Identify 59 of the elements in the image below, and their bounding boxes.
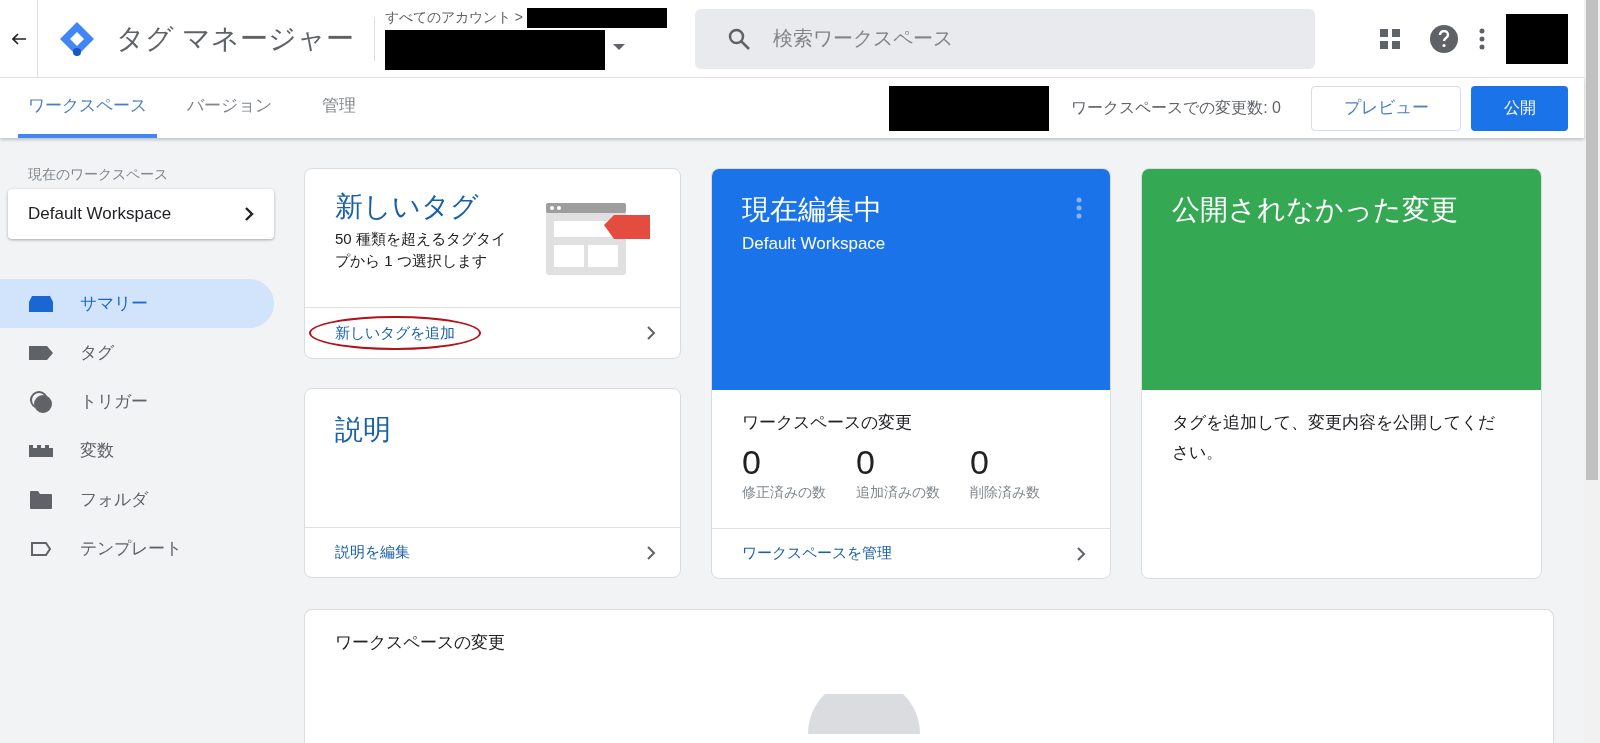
preview-button[interactable]: プレビュー xyxy=(1311,85,1461,131)
redacted-block xyxy=(1506,13,1568,64)
edit-description-link[interactable]: 説明を編集 xyxy=(305,527,680,577)
tray-icon xyxy=(29,295,53,312)
more-vertical-icon xyxy=(1479,27,1485,50)
workspace-name: Default Workspace xyxy=(742,233,887,255)
changes-count: ワークスペースでの変更数: 0 xyxy=(1071,98,1281,118)
section-label: 現在のワークスペース xyxy=(28,165,169,184)
chevron-right-icon xyxy=(646,544,656,561)
stat-value: 0 xyxy=(742,441,762,482)
card-title: 新しいタグ xyxy=(335,190,480,224)
nav-item[interactable]: フォルダ xyxy=(0,475,274,524)
tag-illustration-icon xyxy=(546,203,650,275)
back-arrow-icon xyxy=(11,32,26,45)
card-description: 50 種類を超えるタグタイプから 1 つ選択します xyxy=(335,229,507,271)
nav-item[interactable]: タグ xyxy=(0,328,274,377)
card-title: 説明 xyxy=(335,414,391,445)
card-title: 公開されなかった変更 xyxy=(1172,194,1458,225)
publish-button[interactable]: 公開 xyxy=(1471,85,1568,131)
stat-label: 追加済みの数 xyxy=(856,482,941,502)
card-message: タグを追加して、変更内容を公開してください。 xyxy=(1171,412,1496,464)
add-new-tag-link[interactable]: 新しいタグを追加 xyxy=(305,307,680,358)
question-mark-icon xyxy=(1438,29,1450,48)
empty-state-icon xyxy=(808,693,920,734)
tab[interactable]: ワークスペース xyxy=(18,78,157,138)
stat-value: 0 xyxy=(970,441,990,482)
chevron-right-icon xyxy=(244,206,254,222)
section-title: ワークスペースの変更 xyxy=(742,412,913,434)
nav-item[interactable]: サマリー xyxy=(0,279,274,328)
apps-grid-icon xyxy=(1380,28,1400,49)
breadcrumb-link[interactable]: すべてのアカウント > xyxy=(384,7,523,28)
nav-item[interactable]: 変数 xyxy=(0,426,274,475)
panel-title: ワークスペースの変更 xyxy=(334,632,506,654)
manage-workspace-link[interactable]: ワークスペースを管理 xyxy=(712,528,1110,578)
tag-icon xyxy=(29,345,53,360)
chevron-right-icon xyxy=(1076,545,1086,562)
help-button[interactable] xyxy=(1430,24,1458,53)
app-title: タグ マネージャー xyxy=(116,21,354,56)
tab[interactable]: 管理 xyxy=(312,78,366,138)
apps-grid-button[interactable] xyxy=(1378,26,1402,51)
search-icon xyxy=(726,26,751,51)
nav-item[interactable]: トリガー xyxy=(0,377,274,426)
folder-icon xyxy=(30,490,52,509)
more-vertical-icon xyxy=(1076,197,1082,219)
search-field[interactable]: 検索ワークスペース xyxy=(694,8,1315,69)
trigger-icon xyxy=(29,389,53,414)
card-title: 現在編集中 xyxy=(742,193,883,227)
tag-outline-icon xyxy=(30,540,52,557)
stat-label: 修正済みの数 xyxy=(742,482,827,502)
tab[interactable]: バージョン xyxy=(177,78,282,138)
workspace-selector[interactable]: Default Workspace xyxy=(8,189,274,239)
nav-item[interactable]: テンプレート xyxy=(0,524,274,573)
chevron-right-icon xyxy=(646,325,656,341)
diamond-logo-icon xyxy=(58,19,96,58)
blocks-icon xyxy=(29,444,53,457)
stat-value: 0 xyxy=(856,441,876,482)
more-menu-button[interactable] xyxy=(1478,27,1486,50)
stat-label: 削除済み数 xyxy=(970,482,1041,502)
dropdown-caret-icon xyxy=(612,44,625,50)
